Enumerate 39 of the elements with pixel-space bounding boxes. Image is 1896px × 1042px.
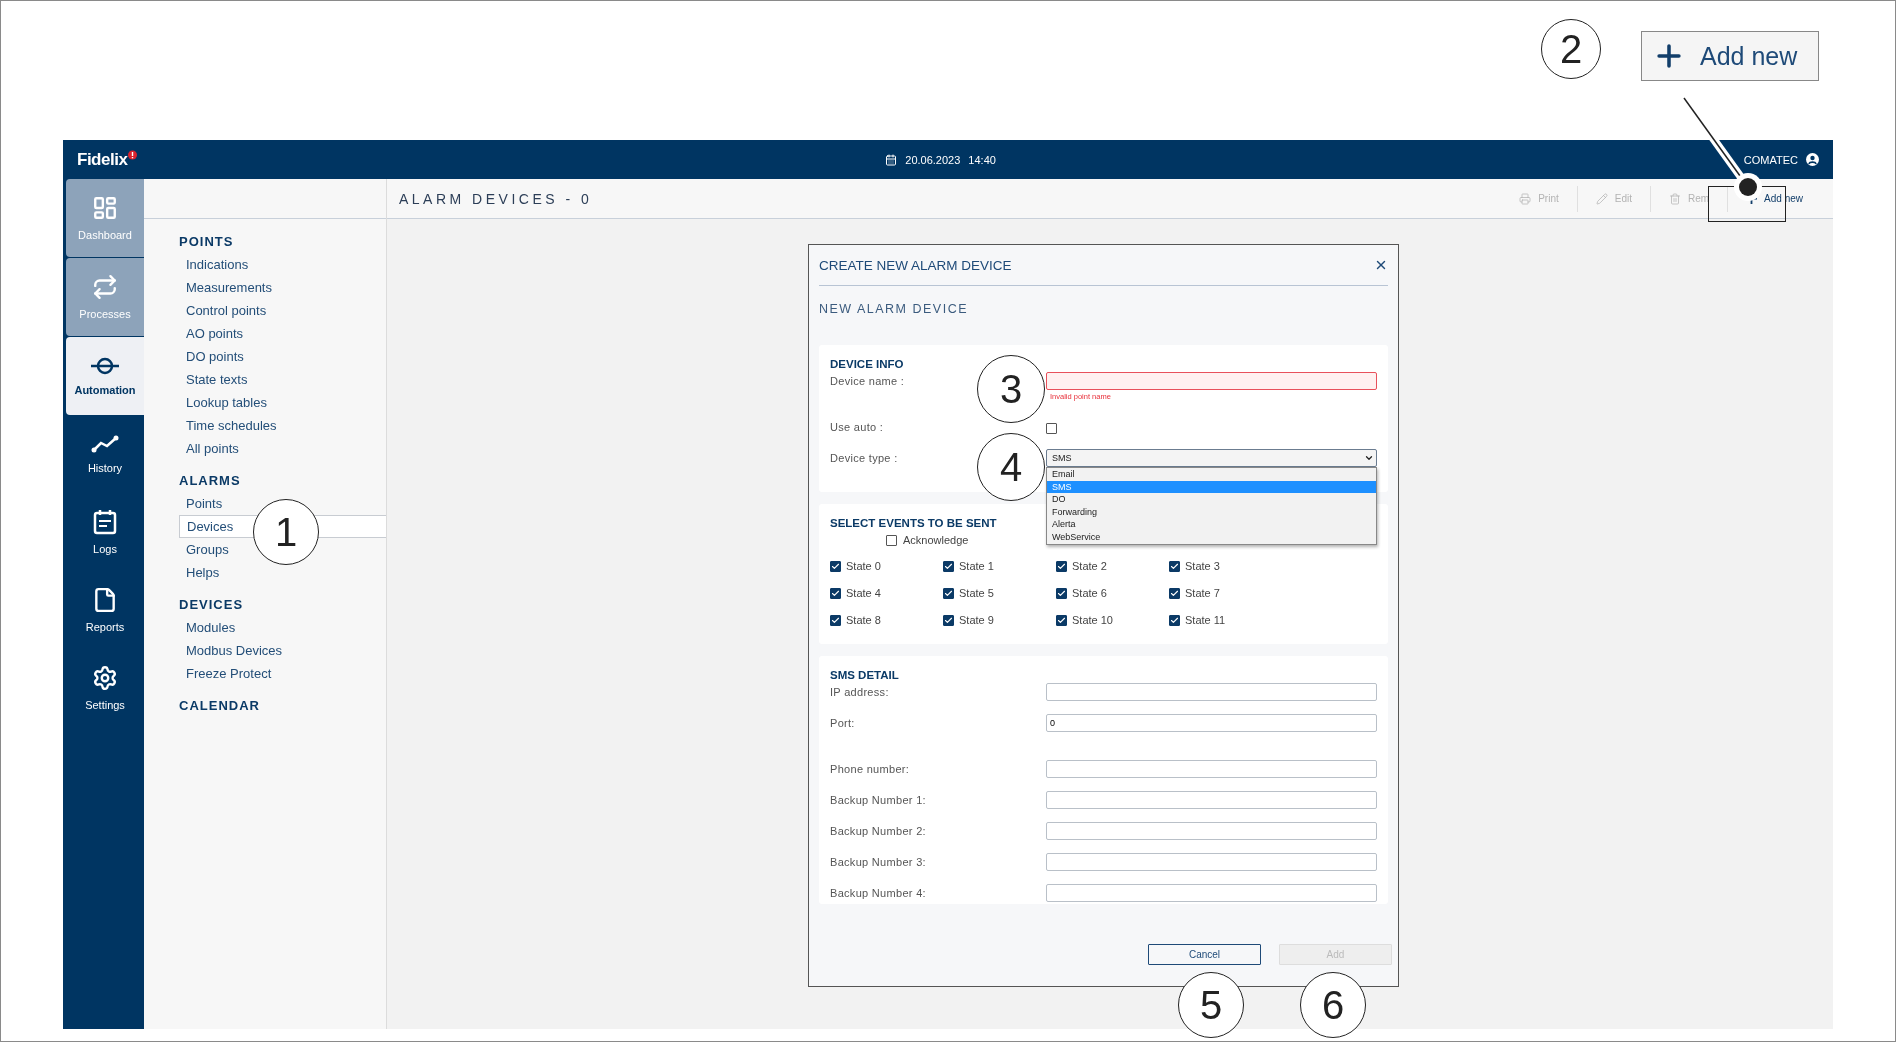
field-label: Device type : — [830, 451, 899, 464]
dialog-title: CREATE NEW ALARM DEVICE — [819, 257, 1012, 273]
checkbox-label: State 6 — [1072, 587, 1107, 599]
checkbox-label: State 8 — [846, 614, 881, 626]
checkbox-label: State 7 — [1185, 587, 1220, 599]
sidebar-section-title: DEVICES — [179, 596, 245, 614]
field-label: IP address: — [830, 685, 890, 698]
page-title: ALARM DEVICES - 0 — [399, 190, 593, 207]
field-label: Backup Number 3: — [830, 855, 927, 868]
section-title: SELECT EVENTS TO BE SENT — [830, 517, 997, 529]
field-label: Use auto : — [830, 420, 885, 433]
field-label: Backup Number 2: — [830, 824, 927, 837]
field-label: Phone number: — [830, 762, 911, 775]
inset-label: Add new — [1700, 41, 1798, 71]
checkbox-label: State 2 — [1072, 560, 1107, 572]
checkbox-label: State 5 — [959, 587, 994, 599]
section-title: DEVICE INFO — [830, 358, 904, 370]
checkbox-label: State 9 — [959, 614, 994, 626]
checkbox-label: State 10 — [1072, 614, 1113, 626]
user-name: COMATEC — [1743, 153, 1798, 166]
field-label: Port: — [830, 716, 856, 729]
section-title: SMS DETAIL — [830, 669, 899, 681]
dialog-subtitle: NEW ALARM DEVICE — [818, 301, 970, 318]
checkbox-label: State 4 — [846, 587, 881, 599]
logo: Fidelix — [77, 149, 128, 170]
date-text: 20.06.2023 — [905, 153, 961, 166]
number-callout-tooltip: 2 — [1541, 19, 1601, 79]
checkbox-label: Acknowledge — [903, 534, 969, 546]
field-label: Backup Number 1: — [830, 793, 927, 806]
sidebar-section-title: POINTS — [179, 233, 235, 251]
field-label: Device name : — [830, 374, 906, 387]
sidebar-section-title: ALARMS — [179, 472, 242, 490]
field-label: Backup Number 4: — [830, 886, 927, 899]
checkbox-label: State 1 — [959, 560, 994, 572]
sidebar-section-title: CALENDAR — [179, 697, 261, 715]
checkbox-label: State 0 — [846, 560, 881, 572]
checkbox-label: State 3 — [1185, 560, 1220, 572]
time-text: 14:40 — [968, 153, 996, 166]
checkbox-label: State 11 — [1185, 614, 1226, 626]
